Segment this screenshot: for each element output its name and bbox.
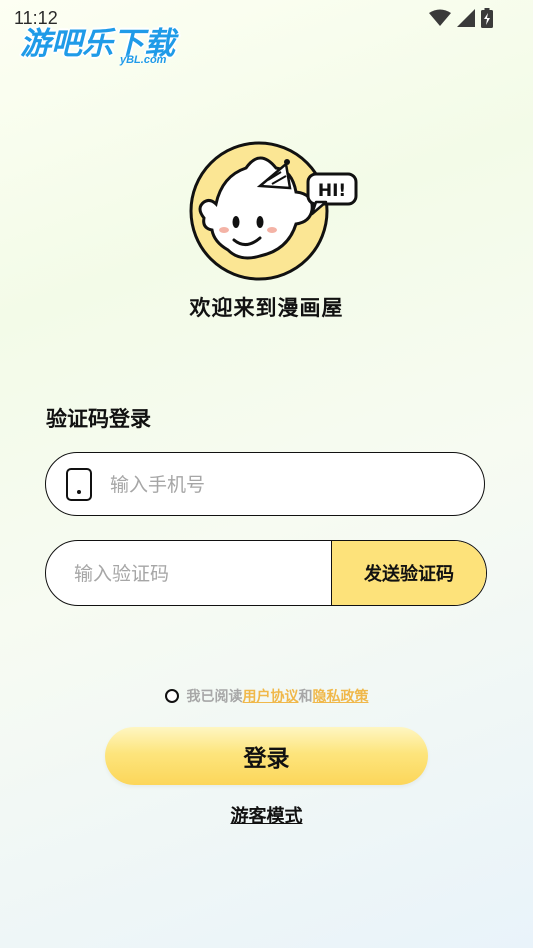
agreement-conjunction: 和 [298,689,313,705]
privacy-policy-link[interactable]: 隐私政策 [313,686,369,706]
signal-icon [457,9,475,27]
user-agreement-link[interactable]: 用户协议 [243,686,299,706]
agreement-prefix: 我已阅读 [186,689,243,705]
watermark-logo: 游吧乐下载 yBL.com [20,16,190,68]
send-code-button[interactable]: 发送验证码 [331,541,486,605]
login-button[interactable]: 登录 [105,727,428,785]
phone-field[interactable] [45,452,485,517]
login-section-title: 验证码登录 [46,407,151,431]
mascot-avatar: HI! [188,138,360,290]
verification-code-input[interactable] [72,541,326,605]
phone-icon [66,468,92,501]
watermark-subtext: yBL.com [120,54,167,66]
battery-icon [481,8,493,28]
agreement-row: 我已阅读 用户协议 和 隐私政策 [0,686,533,706]
status-icons [429,8,493,28]
verification-field[interactable]: 发送验证码 [45,540,487,606]
wifi-icon [429,9,451,26]
radio-icon[interactable] [164,689,179,703]
welcome-title: 欢迎来到漫画屋 [189,296,344,320]
mascot-icon: HI! [189,141,358,281]
mascot-bubble-text: HI! [318,181,346,201]
guest-mode-link[interactable]: 游客模式 [0,802,533,828]
phone-input[interactable] [108,453,472,517]
